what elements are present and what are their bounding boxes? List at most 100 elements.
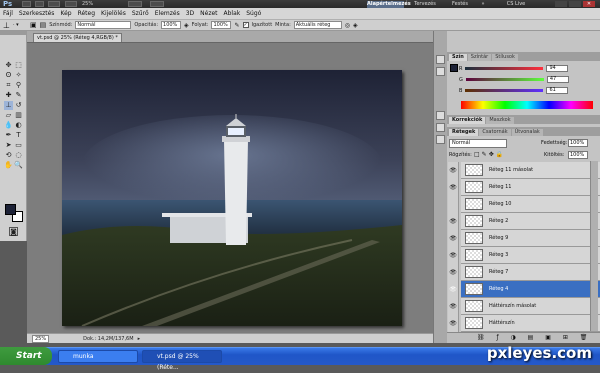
mode-select[interactable]: Normál	[75, 21, 132, 29]
tab-channels[interactable]: Csatornák	[479, 129, 511, 136]
guides-icon[interactable]	[48, 1, 60, 7]
blend-mode-select[interactable]: Normál	[449, 139, 507, 148]
visibility-eye-icon[interactable]: 👁	[448, 263, 459, 281]
status-zoom[interactable]: 25%	[32, 334, 50, 343]
menu-select[interactable]: Kijelölés	[98, 8, 129, 19]
3d-rotate-icon[interactable]: ⟲	[4, 151, 13, 160]
menu-view[interactable]: Nézet	[197, 8, 220, 19]
minimize-icon[interactable]	[555, 1, 567, 7]
menu-window[interactable]: Ablak	[221, 8, 244, 19]
zoom-tool-icon[interactable]: 🔍	[14, 161, 23, 170]
layer-row[interactable]: Réteg 10	[448, 195, 600, 213]
history-brush-icon[interactable]: ↺	[14, 101, 23, 110]
brush-presets-icon[interactable]	[436, 135, 445, 144]
layers-panel-footer-icons[interactable]: ⛓ ƒ ◑ ▤ ▣ ⊞ 🗑	[447, 332, 600, 343]
visibility-eye-icon[interactable]: 👁	[448, 297, 459, 315]
layer-row[interactable]: 👁 Réteg 11 másolat	[448, 161, 600, 179]
layer-row[interactable]: 👁 Háttérszín	[448, 314, 600, 332]
hand-view-icon[interactable]	[65, 1, 77, 7]
sample-select[interactable]: Aktuális réteg	[293, 21, 342, 29]
lasso-tool-icon[interactable]: ʘ	[4, 71, 13, 80]
visibility-eye-icon[interactable]: 👁	[448, 212, 459, 230]
menu-image[interactable]: Kép	[57, 8, 74, 19]
crop-tool-icon[interactable]: ⌗	[4, 81, 13, 90]
eyedropper-icon[interactable]: ⚲	[14, 81, 23, 90]
brush-panel-icon[interactable]: ▣	[30, 21, 37, 29]
ignore-adjustment-icon[interactable]: ◎	[345, 22, 350, 29]
cs-live-button[interactable]: CS Live	[500, 1, 532, 8]
blur-tool-icon[interactable]: 💧	[4, 121, 13, 130]
paragraph-panel-icon[interactable]	[436, 123, 445, 132]
hand-tool-icon[interactable]: ✋	[4, 161, 13, 170]
gradient-tool-icon[interactable]: ▥	[14, 111, 23, 120]
shape-tool-icon[interactable]: ▭	[14, 141, 23, 150]
menu-3d[interactable]: 3D	[183, 8, 197, 19]
red-slider[interactable]	[465, 67, 544, 70]
start-button[interactable]: Start	[0, 347, 52, 365]
aligned-checkbox[interactable]: ✓	[242, 22, 249, 28]
clone-source-icon[interactable]: ▤	[40, 21, 47, 29]
visibility-eye-icon[interactable]: 👁	[448, 280, 459, 298]
menu-layer[interactable]: Réteg	[75, 8, 98, 19]
minibridge-icon[interactable]	[35, 1, 44, 7]
tab-styles[interactable]: Stílusok	[492, 54, 518, 61]
pen-tool-icon[interactable]: ✒	[4, 131, 13, 140]
lock-icons[interactable]: □✎✥🔒	[474, 151, 505, 158]
zoom-dropdown[interactable]: 25%	[82, 1, 106, 7]
flow-input[interactable]: 100%	[211, 21, 232, 29]
tab-adjustments[interactable]: Korrekciók	[449, 117, 486, 124]
tab-masks[interactable]: Maszkok	[486, 117, 514, 124]
pressure-size-icon[interactable]: ◈	[353, 22, 358, 29]
layer-row[interactable]: 👁 Háttérszín másolat	[448, 297, 600, 315]
layer-row[interactable]: 👁 Réteg 2	[448, 212, 600, 230]
arrange-documents-icon[interactable]	[128, 1, 142, 7]
workspace-design[interactable]: Tervezés	[408, 1, 442, 8]
menu-filter[interactable]: Szűrő	[129, 8, 152, 19]
brush-preset-icon[interactable]: · ▾	[13, 22, 27, 28]
quick-select-icon[interactable]: ✧	[14, 71, 23, 80]
layer-row[interactable]: 👁 Réteg 7	[448, 263, 600, 281]
green-value[interactable]: 47	[546, 76, 569, 83]
tab-paths[interactable]: Útvonalak	[511, 129, 543, 136]
actions-panel-icon[interactable]	[436, 67, 445, 76]
layer-row[interactable]: 👁 Réteg 9	[448, 229, 600, 247]
visibility-eye-icon[interactable]	[448, 195, 459, 213]
bridge-icon[interactable]	[22, 1, 31, 7]
workspace-essentials[interactable]: Alapértelmezés	[367, 1, 411, 8]
workspace-painting[interactable]: Festés	[446, 1, 474, 8]
history-panel-icon[interactable]	[436, 55, 445, 64]
tab-swatches[interactable]: Színtár	[467, 54, 492, 61]
more-workspaces-icon[interactable]: »	[478, 1, 488, 8]
3d-orbit-icon[interactable]: ◌	[14, 151, 23, 160]
taskbar-item-munka[interactable]: munka	[58, 350, 138, 363]
airbrush-icon[interactable]: ✎	[234, 22, 239, 29]
restore-icon[interactable]	[569, 1, 581, 7]
layer-row[interactable]: 👁 Réteg 3	[448, 246, 600, 264]
pressure-opacity-icon[interactable]: ◈	[184, 22, 189, 29]
healing-brush-icon[interactable]: ✚	[4, 91, 13, 100]
screen-mode-icon[interactable]	[150, 1, 164, 7]
character-panel-icon[interactable]	[436, 111, 445, 120]
visibility-eye-icon[interactable]: 👁	[448, 229, 459, 247]
clone-stamp-icon[interactable]: ⊥	[3, 21, 10, 30]
taskbar-item-photoshop[interactable]: vt.psd @ 25% (Réte...	[142, 350, 222, 371]
menu-help[interactable]: Súgó	[243, 8, 264, 19]
quick-mask-icon[interactable]: ◙	[9, 227, 18, 236]
dodge-tool-icon[interactable]: ◐	[14, 121, 23, 130]
layer-opacity-input[interactable]: 100%	[568, 139, 588, 147]
toolbox-grip[interactable]	[0, 31, 27, 35]
brush-tool-icon[interactable]: ✎	[14, 91, 23, 100]
visibility-eye-icon[interactable]: 👁	[448, 314, 459, 332]
layer-row[interactable]: 👁 Réteg 11	[448, 178, 600, 196]
close-icon[interactable]: ✕	[583, 1, 595, 7]
type-tool-icon[interactable]: T	[14, 131, 23, 140]
tab-layers[interactable]: Rétegek	[449, 129, 479, 136]
blue-value[interactable]: 61	[546, 87, 569, 94]
visibility-eye-icon[interactable]: 👁	[448, 161, 459, 179]
marquee-tool-icon[interactable]: ⬚	[14, 61, 23, 70]
opacity-input[interactable]: 100%	[161, 21, 182, 29]
path-select-icon[interactable]: ➤	[4, 141, 13, 150]
visibility-eye-icon[interactable]: 👁	[448, 178, 459, 196]
menu-file[interactable]: Fájl	[0, 8, 16, 19]
status-arrow-icon[interactable]: ▸	[138, 336, 141, 342]
